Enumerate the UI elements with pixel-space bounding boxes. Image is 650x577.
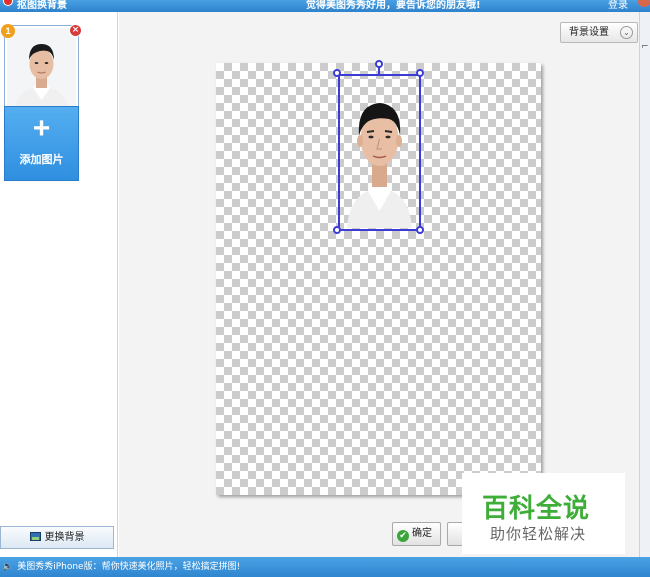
title-bar: 抠图换背景 觉得美图秀秀好用，要告诉您的朋友哦! 登录 [0,0,650,12]
portrait-cutout [347,103,412,228]
right-side-strip: ⌐ [639,12,650,557]
user-icon[interactable] [638,0,650,7]
plus-icon: + [32,112,51,145]
rotate-handle[interactable] [375,60,383,68]
portrait-thumbnail [7,28,76,109]
confirm-label: 确定 [412,528,432,539]
image-thumbnail[interactable]: 1 × [1,24,82,112]
add-image-button[interactable]: + 添加图片 [4,106,79,181]
resize-handle-top-left[interactable] [333,69,341,77]
promo-link[interactable]: 觉得美图秀秀好用，要告诉您的朋友哦! [306,0,481,11]
editing-workspace: 背景设置 ⌄ ✔ 确定 百科全说 助你轻松解决 [119,12,650,557]
status-message[interactable]: 美图秀秀iPhone版：帮你快速美化照片，轻松搞定拼图! [17,562,240,572]
change-background-label: 更换背景 [44,532,85,543]
watermark-subtitle: 助你轻松解决 [490,525,587,543]
app-icon [3,0,13,6]
checkmark-icon: ✔ [397,530,409,542]
background-settings-button[interactable]: 背景设置 ⌄ [560,22,638,43]
selected-cutout[interactable] [338,74,421,231]
resize-handle-bottom-right[interactable] [416,226,424,234]
login-link[interactable]: 登录 [608,0,628,11]
watermark-logo: 百科全说 助你轻松解决 [462,473,625,554]
watermark-title: 百科全说 [482,494,591,524]
background-settings-label: 背景设置 [569,27,609,38]
resize-handle-bottom-left[interactable] [333,226,341,234]
confirm-button[interactable]: ✔ 确定 [392,522,441,546]
background-image-icon [29,532,41,541]
image-number-badge: 1 [1,24,15,38]
status-bar: 🔈 美图秀秀iPhone版：帮你快速美化照片，轻松搞定拼图! [0,557,650,577]
change-background-button[interactable]: 更换背景 [0,526,114,549]
app-title: 抠图换背景 [17,0,67,11]
image-list-panel: 1 × + 添加图片 更换背景 [0,12,118,557]
add-image-label: 添加图片 [19,153,64,166]
transparent-canvas[interactable] [216,60,541,495]
resize-handle-top-right[interactable] [416,69,424,77]
speaker-icon: 🔈 [2,562,14,572]
side-tab-icon[interactable]: ⌐ [641,42,649,52]
remove-image-icon[interactable]: × [69,24,82,37]
chevron-down-icon: ⌄ [620,26,633,39]
